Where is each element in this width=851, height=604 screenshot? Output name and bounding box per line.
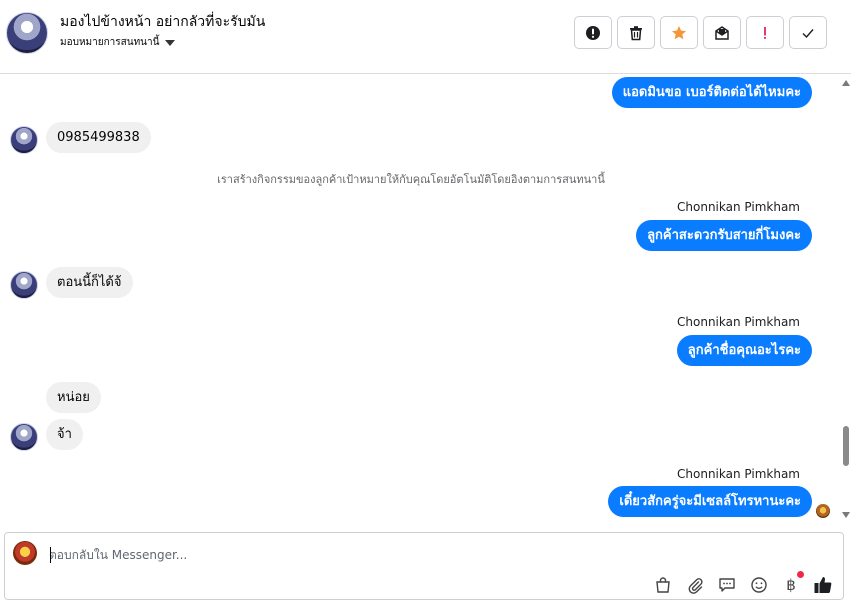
baht-payment-icon: ฿ [786,576,796,594]
emoji-icon [751,577,767,593]
seen-receipt-avatar [816,504,830,518]
thread-scrollbar[interactable] [840,74,851,526]
envelope-icon [715,25,729,40]
payment-button[interactable]: ฿ [781,571,804,595]
scroll-thumb[interactable] [843,426,849,466]
page-avatar [13,541,37,565]
contact-name[interactable]: มองไปข้างหน้า อย่ากลัวที่จะรับมัน [60,11,265,33]
trash-icon [630,25,642,40]
star-button[interactable] [660,16,698,49]
flag-button[interactable] [746,16,784,49]
mark-spam-button[interactable] [574,16,612,49]
exclamation-icon [764,26,766,39]
paperclip-icon [688,578,703,594]
contact-avatar-small[interactable] [10,271,38,299]
shopping-bag-button[interactable] [653,575,673,595]
mark-unread-button[interactable] [703,16,741,49]
contact-avatar-small[interactable] [10,423,38,451]
sender-name: Chonnikan Pimkham [677,467,800,481]
incoming-message[interactable]: หน่อย [46,382,101,413]
contact-avatar-small[interactable] [10,126,38,154]
notification-dot [797,571,804,578]
scroll-up-arrow[interactable] [842,80,850,86]
attach-button[interactable] [685,575,705,595]
reply-input[interactable] [49,545,809,565]
outgoing-message[interactable]: แอดมินขอ เบอร์ติดต่อได้ไหมคะ [611,77,812,108]
assign-conversation-dropdown[interactable]: มอบหมายการสนทนานี้ [60,35,176,50]
delete-button[interactable] [617,16,655,49]
message-thread[interactable]: แอดมินขอ เบอร์ติดต่อได้ไหมคะ 0985499838 … [0,74,840,526]
like-button[interactable] [813,575,833,595]
sender-name: Chonnikan Pimkham [677,315,800,329]
outgoing-message[interactable]: ลูกค้าสะดวกรับสายกี่โมงคะ [636,220,812,251]
check-icon [802,28,814,38]
incoming-message[interactable]: ตอนนี้ก็ได้จ้ [46,267,133,298]
contact-avatar[interactable] [6,12,48,54]
outgoing-message[interactable]: ลูกค้าชื่อคุณอะไรคะ [676,335,812,366]
like-icon [814,577,832,593]
text-cursor [50,547,51,563]
outgoing-message[interactable]: เดี๋ยวสักครู่จะมีเซลล์โทรหานะคะ [608,486,812,517]
shopping-bag-icon [656,577,670,593]
message-composer: ฿ [4,532,844,600]
incoming-message[interactable]: จ้า [46,419,83,450]
star-icon [672,25,686,39]
emoji-button[interactable] [749,575,769,595]
conversation-header: มองไปข้างหน้า อย่ากลัวที่จะรับมัน มอบหมา… [0,0,851,74]
incoming-message[interactable]: 0985499838 [46,122,151,153]
scroll-down-arrow[interactable] [842,512,850,518]
chevron-down-icon [165,39,176,46]
done-button[interactable] [789,16,827,49]
sender-name: Chonnikan Pimkham [677,200,800,214]
saved-reply-button[interactable] [717,575,737,595]
assign-label: มอบหมายการสนทนานี้ [60,37,160,48]
composer-toolbar: ฿ [653,571,833,595]
saved-reply-icon [719,578,735,592]
alert-circle-icon [586,25,600,40]
conversation-actions [574,16,827,49]
system-notice: เราสร้างกิจกรรมของลูกค้าเป้าหมายให้กับคุ… [217,173,605,186]
